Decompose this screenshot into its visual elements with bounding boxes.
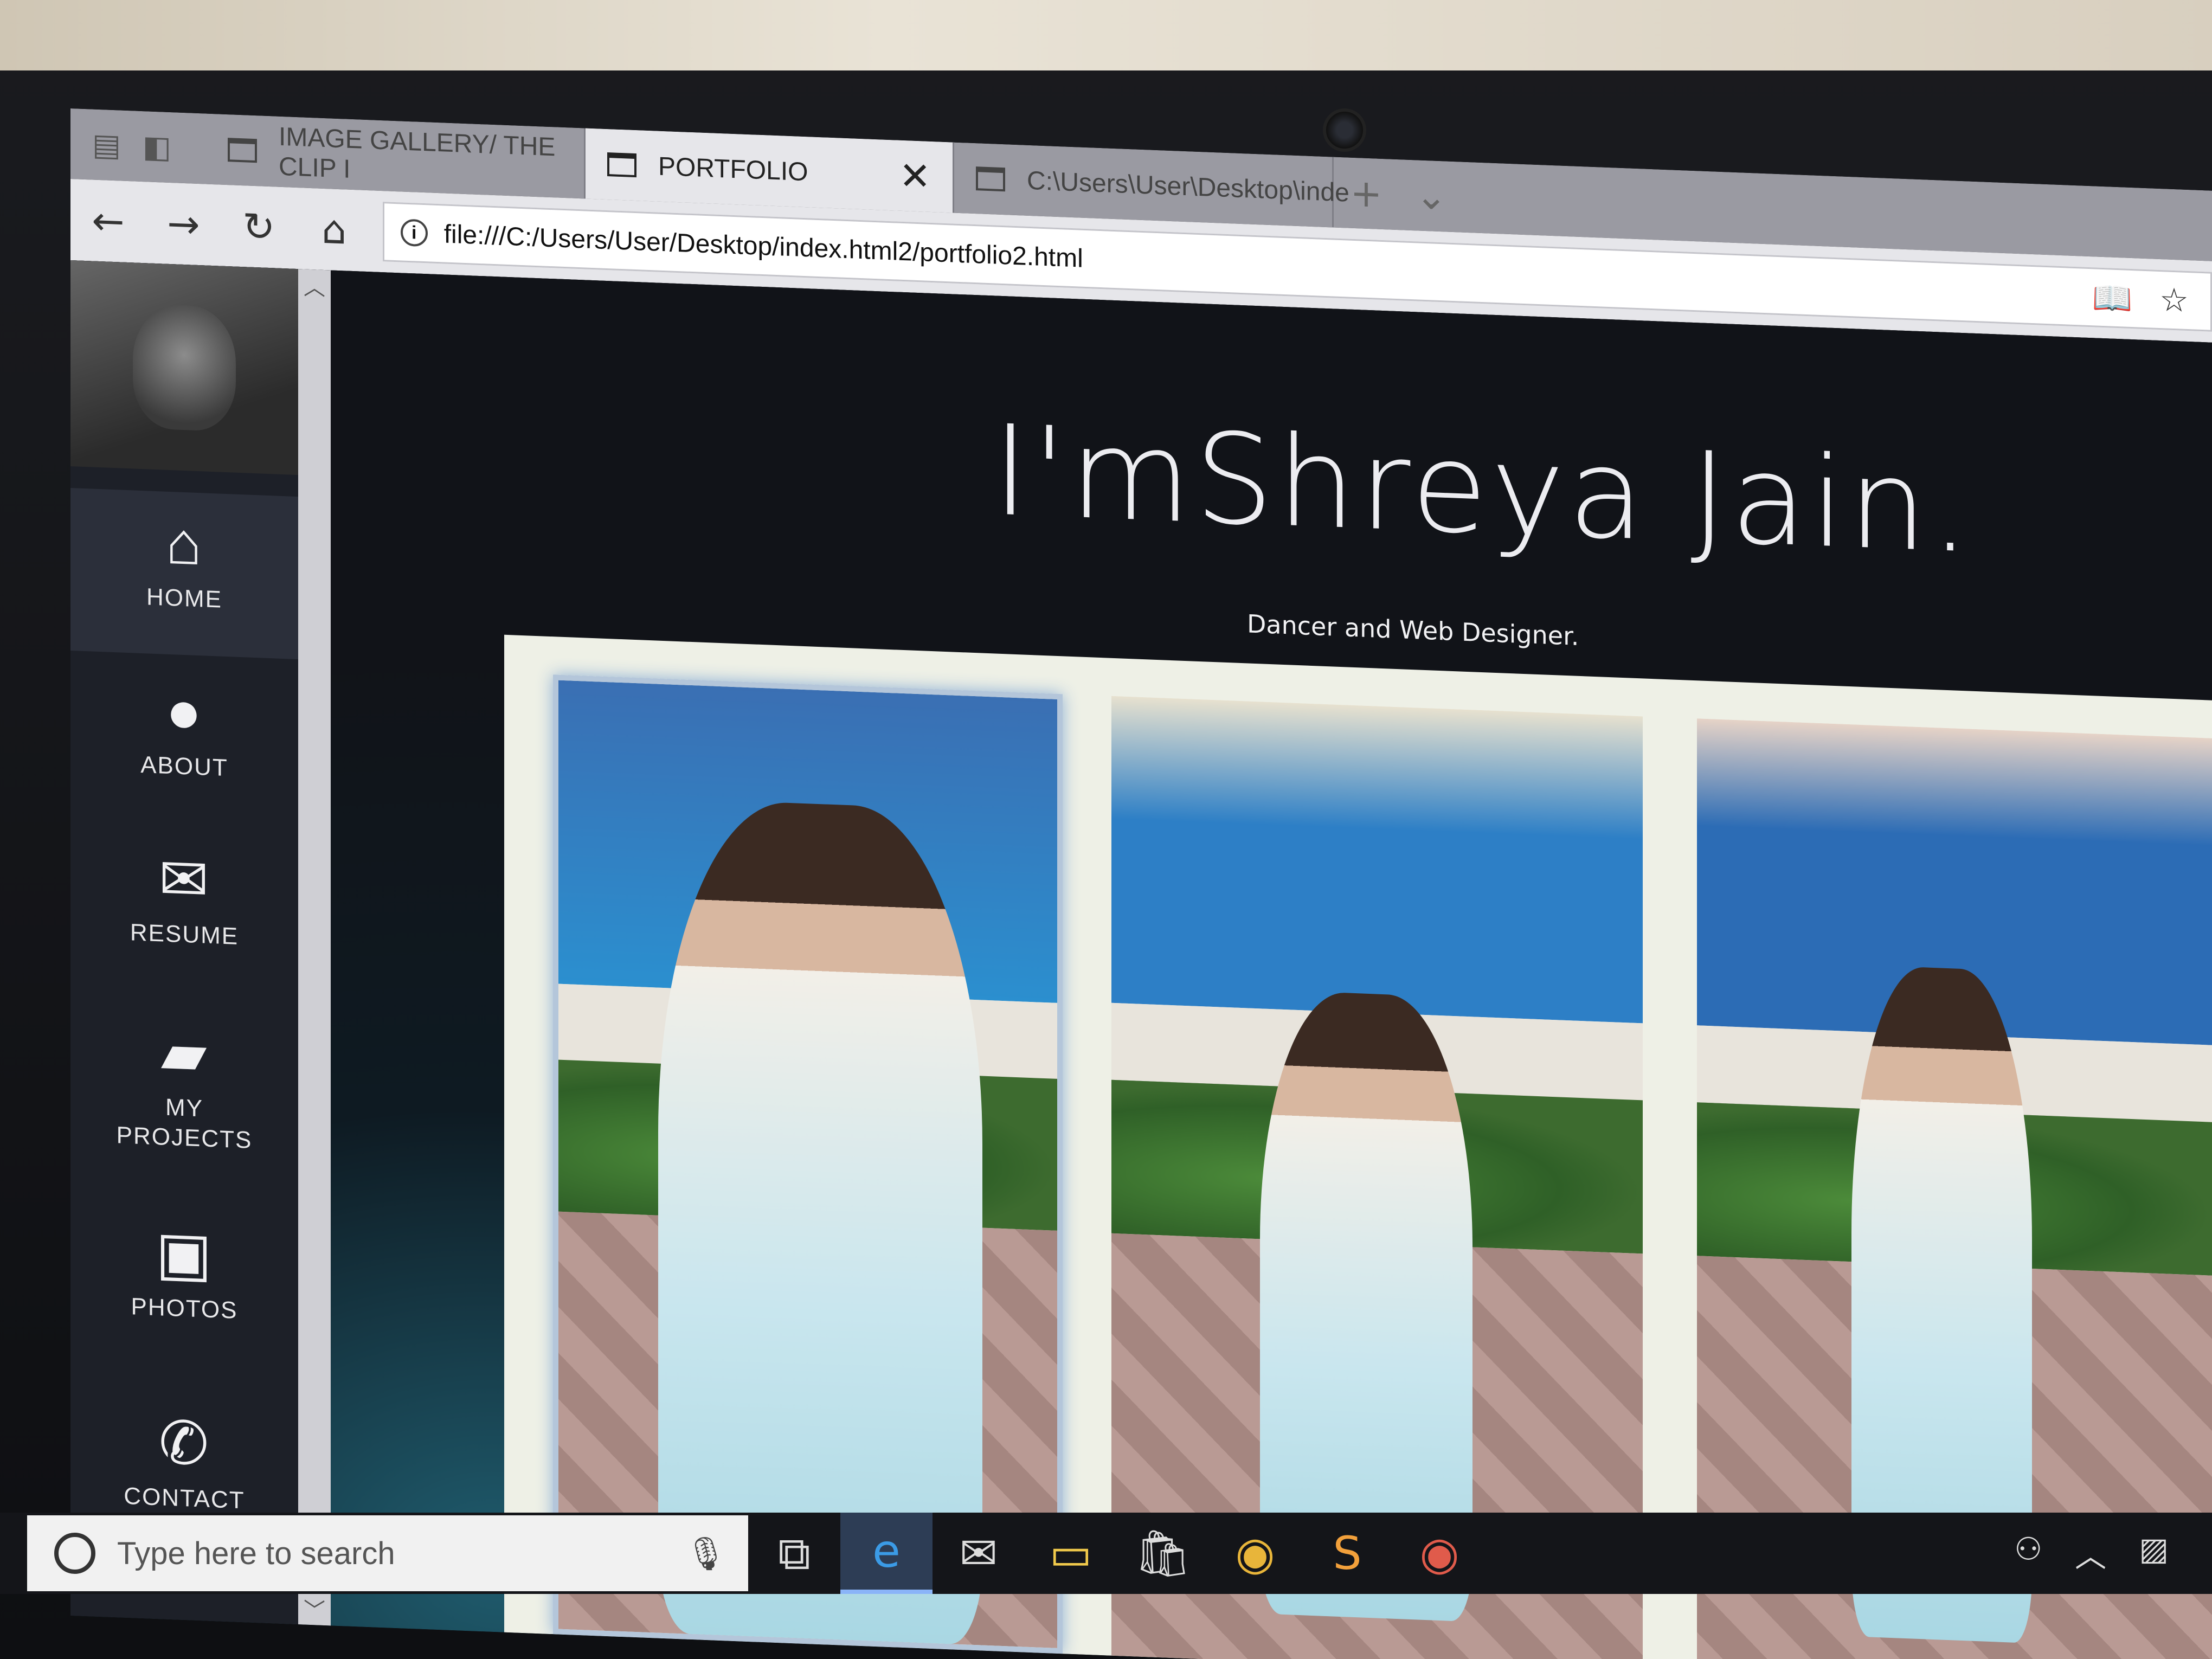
set-aside-tabs-icon[interactable]: ▤ bbox=[92, 127, 121, 163]
sidebar-item-label: ABOUT bbox=[140, 751, 228, 782]
sublime-text-icon[interactable]: S bbox=[1301, 1513, 1393, 1594]
mail-icon[interactable]: ✉ bbox=[933, 1513, 1025, 1594]
page-subtitle: Dancer and Web Designer. bbox=[1247, 609, 1579, 651]
scroll-up-chevron-icon[interactable]: ︿ bbox=[298, 269, 331, 303]
chrome-icon[interactable]: ◉ bbox=[1209, 1513, 1301, 1594]
phone-icon: ✆ bbox=[158, 1409, 210, 1478]
page-icon bbox=[228, 138, 257, 163]
page-title: I'mShreya Jain. bbox=[992, 398, 1973, 581]
new-tab-button[interactable]: + bbox=[1334, 157, 1399, 230]
search-placeholder: Type here to search bbox=[117, 1535, 395, 1571]
refresh-icon[interactable]: ↻ bbox=[221, 185, 297, 269]
portfolio-page: ⌂ HOME ● ABOUT ✉ RESUME ▰ MY PROJECTS ▣ bbox=[70, 260, 2212, 1659]
tab-label: C:\Users\User\Desktop\inde bbox=[1027, 166, 1349, 208]
user-icon: ● bbox=[165, 677, 203, 746]
sidebar-item-about[interactable]: ● ABOUT bbox=[70, 661, 298, 822]
photo-icon: ▣ bbox=[156, 1219, 213, 1289]
system-tray: ⚇ ︿ ▨ bbox=[2014, 1531, 2212, 1576]
forward-arrow-icon[interactable]: → bbox=[146, 182, 221, 266]
scroll-down-chevron-icon[interactable]: ﹀ bbox=[298, 1592, 331, 1625]
sidebar-item-photos[interactable]: ▣ PHOTOS bbox=[70, 1204, 298, 1375]
screen: ▤ ◧ IMAGE GALLERY/ THE CLIP I PORTFOLIO … bbox=[70, 108, 2212, 1659]
favorite-star-icon[interactable]: ☆ bbox=[2159, 281, 2189, 320]
envelope-icon: ✉ bbox=[158, 845, 210, 914]
info-icon[interactable]: i bbox=[400, 218, 428, 247]
page-scrollbar[interactable]: ︿ ﹀ bbox=[298, 269, 331, 1626]
store-icon[interactable]: 🛍 bbox=[1117, 1513, 1209, 1594]
sidebar-item-label: MY PROJECTS bbox=[116, 1094, 253, 1154]
gallery-photo[interactable] bbox=[553, 674, 1063, 1654]
tab-list-chevron-icon[interactable]: ⌄ bbox=[1399, 159, 1464, 233]
file-explorer-icon[interactable]: ▭ bbox=[1025, 1513, 1117, 1594]
show-hidden-icons-chevron-icon[interactable]: ︿ bbox=[2075, 1531, 2106, 1576]
tab-controls: ▤ ◧ bbox=[70, 108, 206, 184]
page-icon bbox=[976, 166, 1005, 192]
sidebar-item-home[interactable]: ⌂ HOME bbox=[70, 488, 298, 660]
home-icon[interactable]: ⌂ bbox=[297, 188, 372, 272]
page-icon bbox=[607, 152, 636, 178]
taskbar: Type here to search 🎙 ⧉ e ✉ ▭ 🛍 ◉ S ◉ ⚇ … bbox=[0, 1513, 2212, 1594]
sidebar-item-my-projects[interactable]: ▰ MY PROJECTS bbox=[70, 1003, 298, 1196]
avatar bbox=[133, 303, 236, 432]
sidebar-item-label: RESUME bbox=[130, 919, 239, 950]
sidebar-item-label: HOME bbox=[146, 583, 222, 613]
edge-browser-icon[interactable]: e bbox=[840, 1513, 933, 1594]
show-tabs-aside-icon[interactable]: ◧ bbox=[143, 129, 171, 165]
tab-label: IMAGE GALLERY/ THE CLIP I bbox=[279, 122, 556, 184]
sidebar: ⌂ HOME ● ABOUT ✉ RESUME ▰ MY PROJECTS ▣ bbox=[70, 260, 298, 1625]
sidebar-item-label: CONTACT bbox=[124, 1482, 245, 1514]
people-icon[interactable]: ⚇ bbox=[2014, 1531, 2042, 1576]
tab-portfolio[interactable]: PORTFOLIO ✕ bbox=[586, 128, 954, 213]
url-text[interactable]: file:///C:/Users/User/Desktop/index.html… bbox=[444, 219, 1083, 273]
chrome-profile-icon[interactable]: ◉ bbox=[1393, 1513, 1486, 1594]
reading-view-icon[interactable]: 📖 bbox=[2092, 278, 2132, 318]
cortana-icon[interactable] bbox=[54, 1533, 95, 1574]
task-view-icon[interactable]: ⧉ bbox=[748, 1513, 840, 1594]
webcam bbox=[1323, 108, 1366, 152]
back-arrow-icon[interactable]: ← bbox=[70, 179, 146, 263]
background-wall bbox=[0, 0, 2212, 70]
photo-gallery bbox=[504, 634, 2212, 1659]
profile-photo bbox=[70, 260, 298, 475]
sidebar-item-resume[interactable]: ✉ RESUME bbox=[70, 829, 298, 990]
taskbar-search-input[interactable]: Type here to search 🎙 bbox=[27, 1515, 748, 1591]
laptop-bezel: ▤ ◧ IMAGE GALLERY/ THE CLIP I PORTFOLIO … bbox=[0, 0, 2212, 1659]
home-icon: ⌂ bbox=[165, 509, 203, 578]
microphone-icon[interactable]: 🎙 bbox=[685, 1534, 726, 1573]
sidebar-item-label: PHOTOS bbox=[131, 1293, 238, 1324]
folder-icon: ▰ bbox=[160, 1019, 208, 1088]
network-icon[interactable]: ▨ bbox=[2139, 1531, 2169, 1576]
tab-label: PORTFOLIO bbox=[658, 152, 808, 187]
close-tab-icon[interactable]: ✕ bbox=[899, 153, 931, 199]
